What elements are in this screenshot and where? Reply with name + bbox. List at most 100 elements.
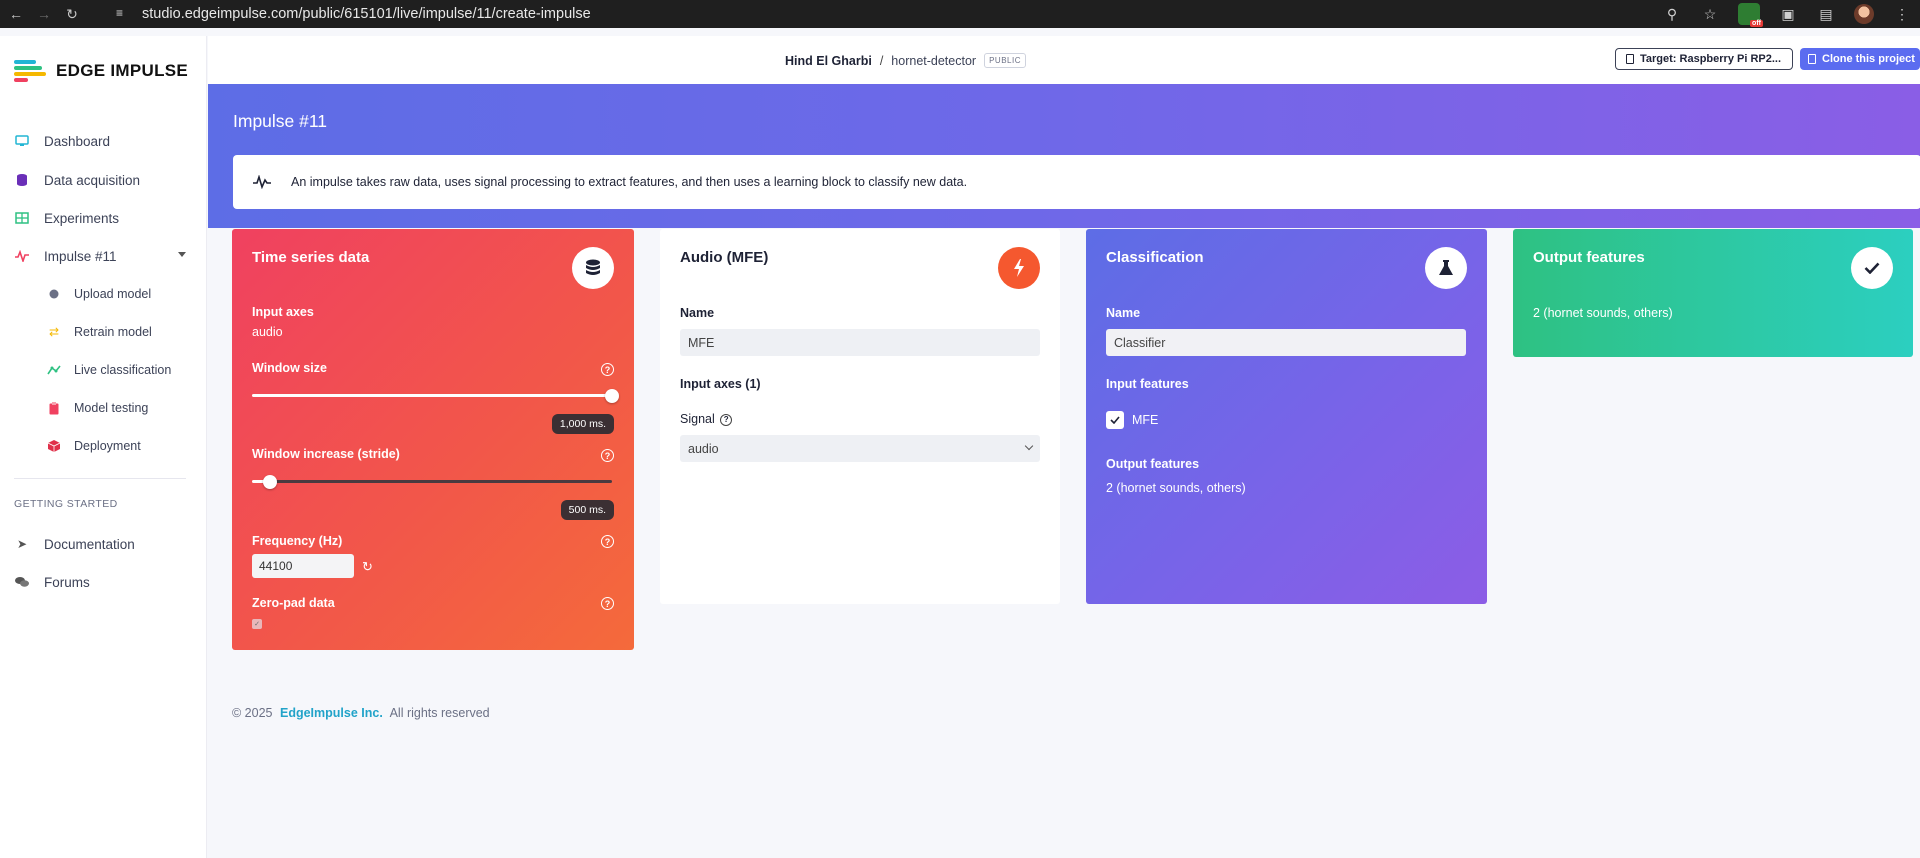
page-title: Impulse #11 — [233, 111, 328, 131]
logo-text: EDGE IMPULSE — [56, 61, 189, 80]
footer: © 2025 EdgeImpulse Inc. All rights reser… — [232, 706, 490, 720]
mfe-feature-checkbox[interactable] — [1106, 411, 1124, 429]
comments-icon — [14, 574, 30, 590]
database-icon — [572, 247, 614, 289]
sidebar-item-retrain-model[interactable]: ⇄ Retrain model — [46, 320, 152, 344]
window-size-slider[interactable] — [252, 394, 612, 397]
copy-icon — [1808, 54, 1816, 64]
flask-icon — [1425, 247, 1467, 289]
browser-menu-icon[interactable]: ⋮ — [1892, 4, 1912, 24]
extension-icon[interactable]: off — [1738, 3, 1763, 27]
sidebar-divider — [14, 478, 186, 479]
copyright-text: © 2025 — [232, 706, 273, 720]
sidebar: EDGE IMPULSE Dashboard Data acquisition … — [0, 36, 207, 858]
sidebar-item-upload-model[interactable]: Upload model — [46, 282, 151, 306]
dot-icon — [46, 286, 62, 302]
hero-banner: Impulse #11 An impulse takes raw data, u… — [208, 84, 1920, 228]
sidebar-item-documentation[interactable]: ➤ Documentation — [14, 532, 135, 556]
sidebar-item-forums[interactable]: Forums — [14, 570, 90, 594]
site-info-icon[interactable]: ≡ — [116, 6, 132, 22]
rocket-icon: ➤ — [16, 537, 28, 551]
input-axes-value: audio — [252, 325, 283, 339]
input-features-label: Input features — [1106, 377, 1189, 391]
sidebar-item-live-classification[interactable]: Live classification — [46, 358, 171, 382]
chip-icon — [1626, 54, 1634, 64]
window-size-label: Window size — [252, 361, 327, 375]
sidebar-item-label: Documentation — [44, 536, 135, 552]
refresh-icon[interactable]: ↻ — [362, 559, 373, 575]
card-title: Classification — [1106, 249, 1204, 266]
sidebar-item-label: Upload model — [74, 287, 152, 301]
output-features-value: 2 (hornet sounds, others) — [1106, 481, 1246, 495]
sidebar-item-label: Live classification — [74, 363, 172, 377]
top-header: Hind El Gharbi / hornet-detector PUBLIC … — [208, 36, 1920, 84]
input-axes-label: Input axes (1) — [680, 377, 761, 391]
sidebar-item-label: Impulse #11 — [44, 248, 117, 264]
card-title: Output features — [1533, 249, 1645, 266]
clone-label: Clone this project — [1822, 53, 1915, 65]
address-bar[interactable]: studio.edgeimpulse.com/public/615101/liv… — [108, 2, 1708, 26]
zoom-icon[interactable]: ⚲ — [1662, 4, 1682, 24]
mfe-name-input[interactable]: MFE — [680, 329, 1040, 356]
chevron-down-icon — [1024, 441, 1034, 451]
help-icon[interactable]: ? — [601, 449, 614, 462]
frequency-input[interactable]: 44100 — [252, 554, 354, 578]
reload-icon[interactable]: ↻ — [58, 0, 86, 28]
sidebar-item-deployment[interactable]: Deployment — [46, 434, 141, 458]
signal-select-value: audio — [688, 441, 719, 456]
company-link[interactable]: EdgeImpulse Inc. — [280, 706, 383, 720]
chevron-down-icon[interactable] — [178, 252, 186, 257]
database-icon — [14, 172, 30, 188]
checkmark-icon — [1851, 247, 1893, 289]
sidebar-item-experiments[interactable]: Experiments — [14, 206, 119, 230]
sidebar-item-model-testing[interactable]: Model testing — [46, 396, 148, 420]
help-icon[interactable]: ? — [720, 413, 733, 426]
signal-label: Signal ? — [680, 412, 733, 426]
sidebar-item-label: Experiments — [44, 210, 120, 226]
sidebar-item-label: Forums — [44, 574, 90, 590]
lightning-bolt-icon — [998, 247, 1040, 289]
card-title: Time series data — [252, 249, 370, 266]
stride-label: Window increase (stride) — [252, 447, 400, 461]
graph-icon — [46, 362, 62, 378]
sidebar-item-data-acquisition[interactable]: Data acquisition — [14, 168, 140, 192]
clipboard-icon — [46, 400, 62, 416]
sidebar-item-impulse[interactable]: Impulse #11 — [14, 244, 117, 268]
extensions-puzzle-icon[interactable]: ▣ — [1778, 4, 1798, 24]
output-features-card: Output features 2 (hornet sounds, others… — [1513, 229, 1913, 357]
output-features-value: 2 (hornet sounds, others) — [1533, 306, 1673, 320]
project-owner[interactable]: Hind El Gharbi — [785, 54, 872, 68]
help-icon[interactable]: ? — [601, 363, 614, 376]
classifier-name-input[interactable]: Classifier — [1106, 329, 1466, 356]
zero-pad-label: Zero-pad data — [252, 596, 335, 610]
checkmark-icon — [1110, 416, 1120, 424]
stride-slider[interactable] — [252, 480, 612, 483]
input-feature-label: MFE — [1132, 413, 1159, 427]
table-icon — [14, 210, 30, 226]
stride-value: 500 ms. — [560, 500, 614, 520]
window-size-slider-handle[interactable] — [605, 389, 619, 403]
bookmark-star-icon[interactable]: ☆ — [1700, 4, 1720, 24]
profile-avatar[interactable] — [1854, 4, 1874, 24]
signal-select[interactable]: audio — [680, 435, 1040, 462]
classification-block-card: Classification Name Classifier Input fea… — [1086, 229, 1487, 604]
sidebar-item-dashboard[interactable]: Dashboard — [14, 129, 110, 153]
tab-search-icon[interactable]: ▤ — [1816, 4, 1836, 24]
mfe-block-card: Audio (MFE) Name MFE Input axes (1) Sign… — [660, 229, 1060, 604]
logo[interactable]: EDGE IMPULSE — [14, 60, 188, 82]
rights-text: All rights reserved — [389, 706, 490, 720]
forward-arrow-icon[interactable]: → — [30, 0, 58, 28]
sidebar-section-heading: GETTING STARTED — [14, 498, 118, 510]
back-arrow-icon[interactable]: ← — [2, 0, 30, 28]
url-text: studio.edgeimpulse.com/public/615101/liv… — [142, 6, 591, 22]
help-icon[interactable]: ? — [601, 535, 614, 548]
help-icon[interactable]: ? — [601, 597, 614, 610]
target-device-button[interactable]: Target: Raspberry Pi RP2... — [1615, 48, 1793, 70]
output-features-label: Output features — [1106, 457, 1200, 471]
stride-slider-handle[interactable] — [263, 475, 277, 489]
zero-pad-checkbox[interactable]: ✓ — [252, 619, 262, 629]
project-name[interactable]: hornet-detector — [891, 54, 976, 68]
sidebar-item-label: Retrain model — [74, 325, 152, 339]
info-text: An impulse takes raw data, uses signal p… — [291, 175, 968, 189]
clone-project-button[interactable]: Clone this project — [1800, 48, 1920, 70]
